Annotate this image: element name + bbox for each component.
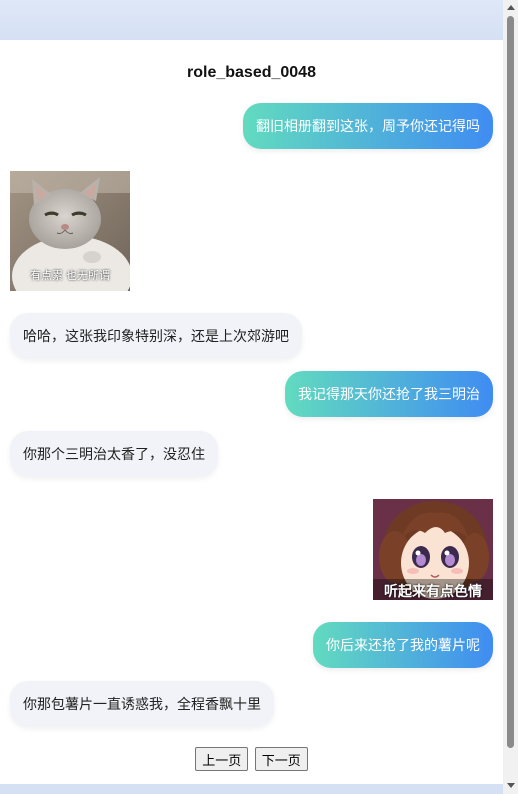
pagination: 上一页 下一页 — [0, 747, 503, 771]
message-bubble-sent: 我记得那天你还抢了我三明治 — [285, 371, 493, 417]
page-background-bottom — [0, 784, 503, 794]
scroll-up-arrow-icon[interactable] — [507, 5, 515, 10]
sticker-caption: 听起来有点色情 — [384, 583, 482, 599]
cat-sticker: 有点累 也无所谓 — [10, 171, 130, 291]
chat-card: role_based_0048 翻旧相册翻到这张，周予你还记得吗 有点累 也无所… — [0, 40, 503, 784]
next-page-button[interactable]: 下一页 — [254, 747, 308, 771]
scroll-down-arrow-icon[interactable] — [507, 783, 515, 788]
message-bubble-sent: 你后来还抢了我的薯片呢 — [313, 622, 493, 668]
message-bubble-sent: 翻旧相册翻到这张，周予你还记得吗 — [243, 103, 493, 149]
message-bubble-received: 你那包薯片一直诱惑我，全程香飘十里 — [10, 681, 274, 727]
page-background-top — [0, 0, 503, 40]
scrollbar-thumb[interactable] — [507, 16, 514, 748]
anime-girl-sticker: 听起来有点色情 — [373, 499, 493, 600]
prev-page-button[interactable]: 上一页 — [195, 747, 249, 771]
vertical-scrollbar[interactable] — [503, 0, 518, 794]
message-bubble-received: 你那个三明治太香了，没忍住 — [10, 431, 218, 477]
chat-title: role_based_0048 — [187, 64, 316, 81]
message-bubble-received: 哈哈，这张我印象特别深，还是上次郊游吧 — [10, 313, 302, 359]
sticker-caption: 有点累 也无所谓 — [29, 270, 111, 282]
